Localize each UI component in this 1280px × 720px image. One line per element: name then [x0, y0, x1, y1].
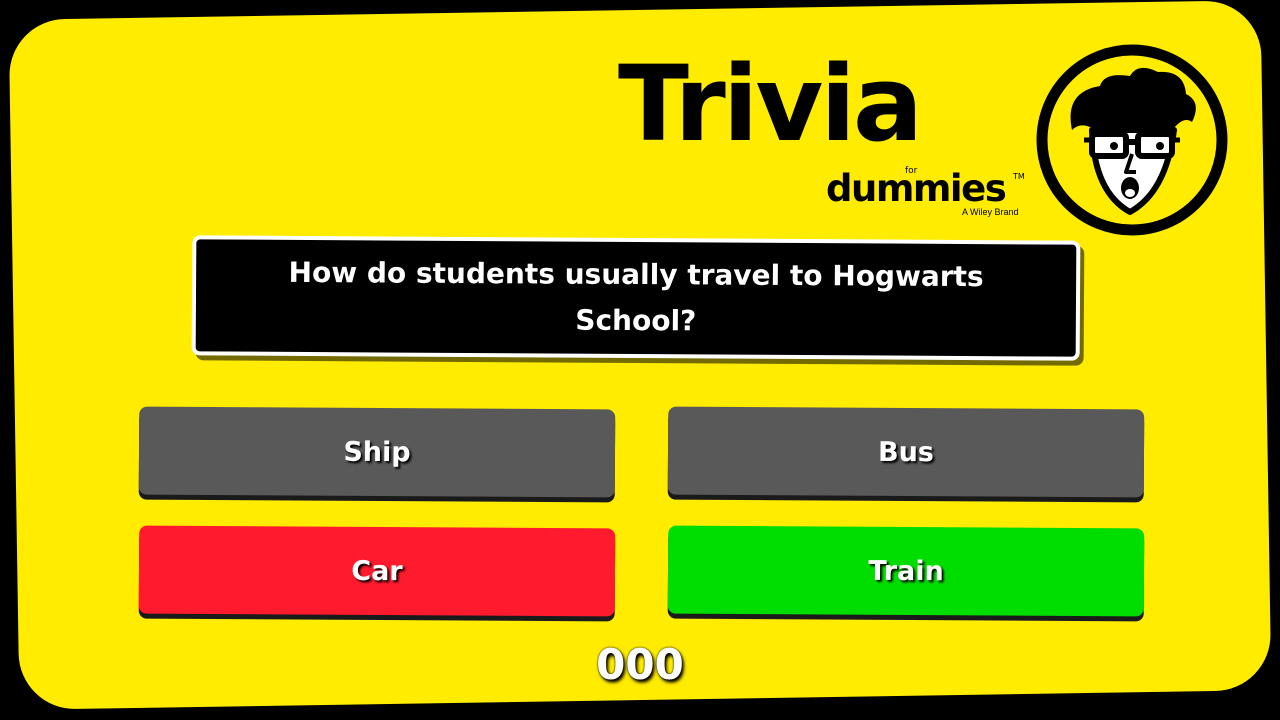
trivia-title: Trivia: [618, 43, 923, 165]
question-text: How do students usually travel to Hogwar…: [288, 255, 984, 338]
question-box: How do students usually travel to Hogwar…: [191, 235, 1081, 361]
answer-option-c[interactable]: Car: [138, 525, 616, 617]
countdown-timer: 000: [596, 640, 684, 689]
answer-option-d[interactable]: Train: [667, 525, 1145, 617]
answer-label-b: Bus: [877, 436, 935, 468]
answer-label-c: Car: [351, 555, 403, 587]
dummies-mascot-icon: [1036, 44, 1228, 236]
game-screen: Trivia for dummies TM A Wiley Brand How …: [0, 0, 1280, 720]
brand-dummies-text: dummies: [826, 167, 1007, 210]
answer-label-a: Ship: [343, 436, 411, 468]
answer-option-a[interactable]: Ship: [138, 406, 616, 498]
answer-option-b[interactable]: Bus: [667, 406, 1145, 498]
brand-tagline: A Wiley Brand: [962, 207, 1019, 217]
answer-label-d: Train: [868, 555, 944, 587]
trademark-mark: TM: [1013, 172, 1025, 181]
